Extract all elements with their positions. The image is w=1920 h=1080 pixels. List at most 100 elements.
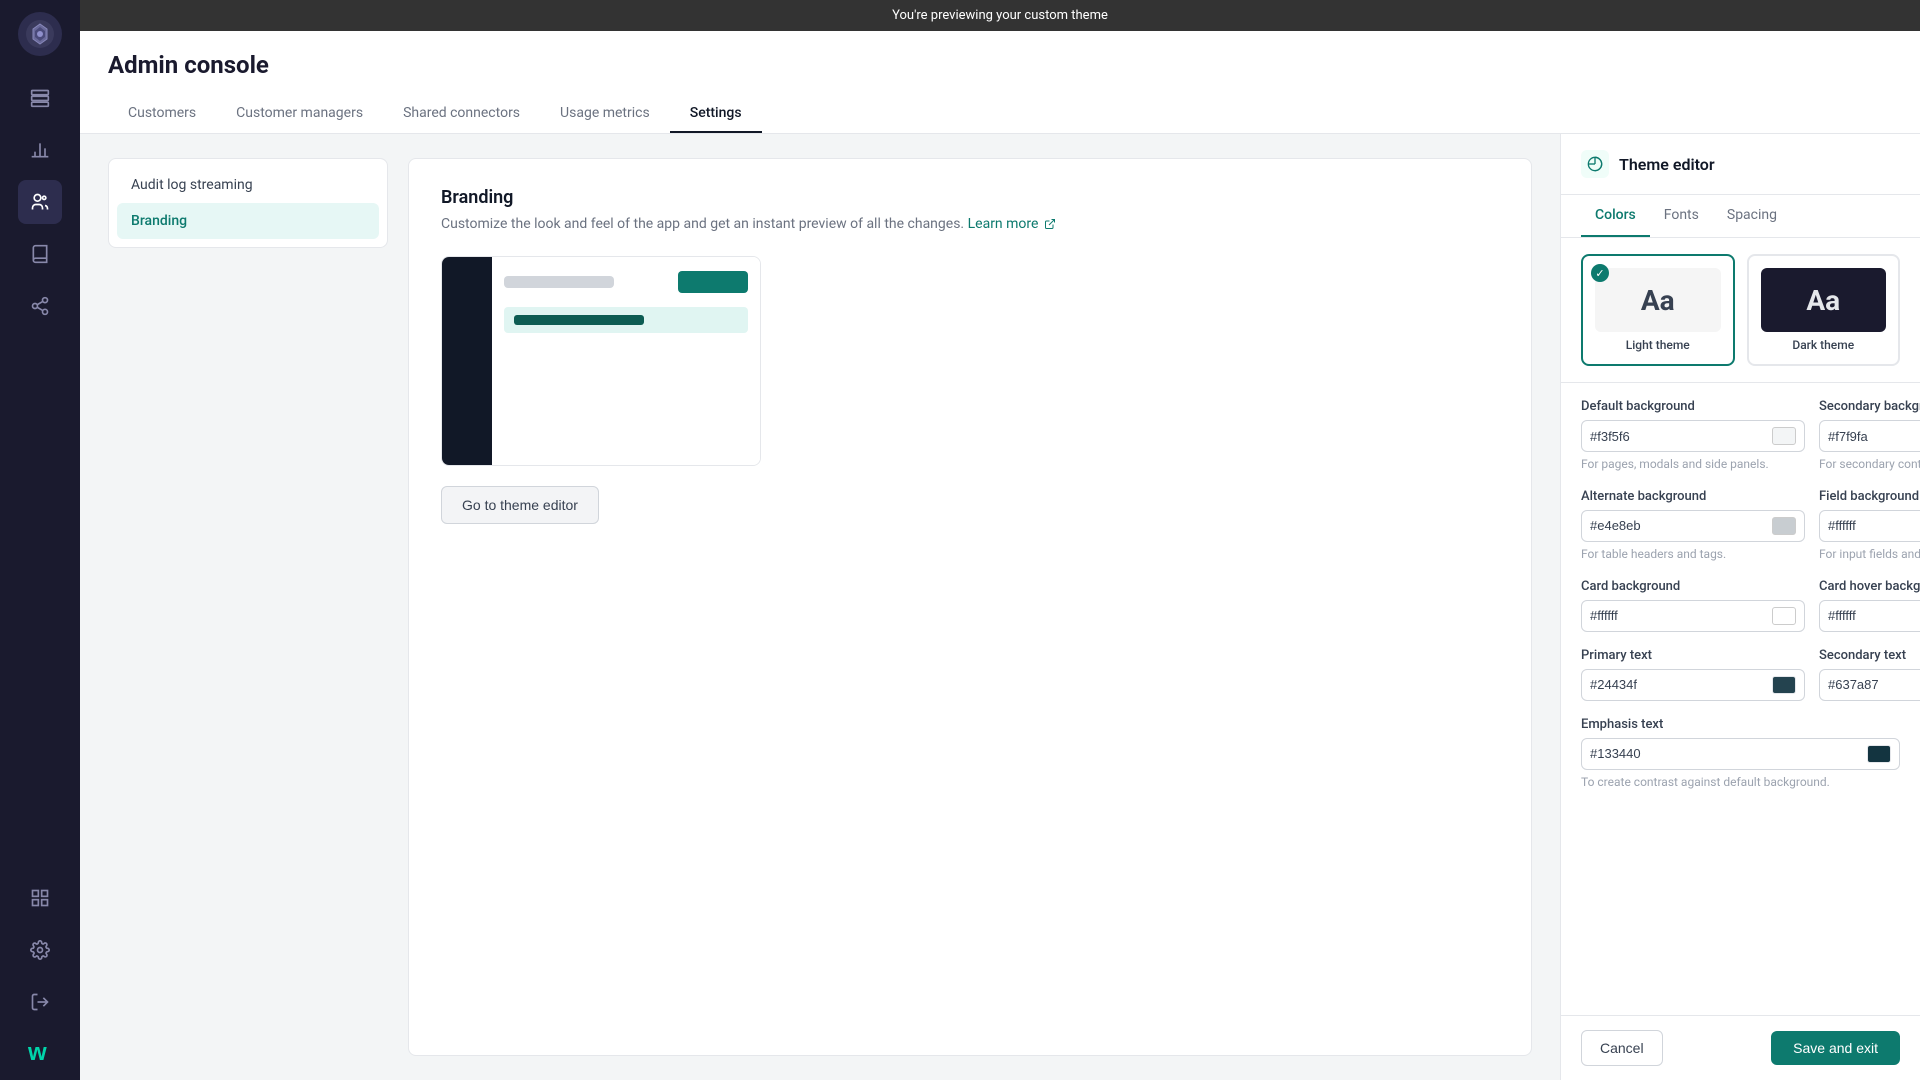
color-field-secondary-text: Secondary text [1819,648,1920,701]
emphasis-text-swatch[interactable] [1867,745,1891,763]
nav-tabs: Customers Customer managers Shared conne… [108,95,1892,133]
card-bg-swatch[interactable] [1772,607,1796,625]
default-bg-hint: For pages, modals and side panels. [1581,456,1805,473]
card-bg-input-row [1581,600,1805,632]
primary-text-input-row [1581,669,1805,701]
workato-logo: w [22,1032,58,1068]
sidebar-item-book[interactable] [18,232,62,276]
go-to-theme-editor-button[interactable]: Go to theme editor [441,486,599,524]
secondary-bg-label: Secondary background [1819,399,1920,414]
alternate-bg-swatch[interactable] [1772,517,1796,535]
tab-customer-managers[interactable]: Customer managers [216,95,383,133]
default-bg-input-row [1581,420,1805,452]
sidebar-item-grid[interactable] [18,876,62,920]
field-bg-input-row [1819,510,1920,542]
tab-settings[interactable]: Settings [670,95,762,133]
emphasis-text-input-row [1581,738,1900,770]
left-panel: Audit log streaming Branding [108,158,388,1056]
default-bg-swatch[interactable] [1772,427,1796,445]
theme-editor-title: Theme editor [1619,155,1715,174]
field-bg-hint: For input fields and canvas. [1819,546,1920,563]
primary-text-swatch[interactable] [1772,676,1796,694]
theme-options: ✓ Aa Light theme Aa Dark theme [1561,238,1920,383]
color-field-secondary-bg: Secondary background For secondary conte… [1819,399,1920,473]
editor-tab-spacing[interactable]: Spacing [1713,195,1791,237]
alternate-bg-input-row [1581,510,1805,542]
color-row-4: Primary text Secondary text [1581,648,1900,701]
tab-shared-connectors[interactable]: Shared connectors [383,95,540,133]
left-panel-item-audit-log[interactable]: Audit log streaming [117,167,379,203]
editor-footer: Cancel Save and exit [1561,1015,1920,1080]
svg-text:w: w [27,1039,47,1066]
color-field-primary-text: Primary text [1581,648,1805,701]
learn-more-link[interactable]: Learn more [968,216,1056,232]
emphasis-text-hint: To create contrast against default backg… [1581,774,1900,791]
theme-preview-light: Aa [1595,268,1721,332]
alternate-bg-input[interactable] [1590,518,1766,533]
theme-option-label-dark: Dark theme [1761,338,1887,352]
default-bg-input[interactable] [1590,429,1766,444]
theme-option-label-light: Light theme [1595,338,1721,352]
field-bg-input[interactable] [1828,518,1920,533]
sidebar-item-users[interactable] [18,180,62,224]
sidebar: w [0,0,80,1080]
preview-top-bar [504,271,748,293]
preview-row [504,307,748,333]
tab-usage-metrics[interactable]: Usage metrics [540,95,670,133]
emphasis-text-input[interactable] [1590,746,1861,761]
sidebar-item-share[interactable] [18,284,62,328]
color-row-3: Card background Card hover background [1581,579,1900,632]
theme-preview-dark: Aa [1761,268,1887,332]
branding-title: Branding [441,187,1499,208]
preview-btn-teal [678,271,748,293]
color-row-1: Default background For pages, modals and… [1581,399,1900,473]
sidebar-item-layers[interactable] [18,76,62,120]
secondary-text-input[interactable] [1828,677,1920,692]
admin-title: Admin console [108,51,1892,79]
color-field-field-bg: Field background For input fields and ca… [1819,489,1920,563]
tab-customers[interactable]: Customers [108,95,216,133]
sidebar-logo[interactable] [18,12,62,56]
preview-row-bar [514,315,644,325]
color-fields: Default background For pages, modals and… [1561,383,1920,1015]
card-bg-label: Card background [1581,579,1805,594]
card-hover-bg-label: Card hover background [1819,579,1920,594]
editor-tab-fonts[interactable]: Fonts [1650,195,1713,237]
editor-tabs: Colors Fonts Spacing [1561,195,1920,238]
default-bg-label: Default background [1581,399,1805,414]
left-panel-item-branding[interactable]: Branding [117,203,379,239]
preview-main [492,257,760,465]
color-row-2: Alternate background For table headers a… [1581,489,1900,563]
cancel-button[interactable]: Cancel [1581,1030,1663,1066]
theme-editor-header: Theme editor [1561,134,1920,195]
theme-preview [441,256,761,466]
branding-description: Customize the look and feel of the app a… [441,216,1499,232]
sidebar-item-chart[interactable] [18,128,62,172]
card-hover-bg-input-row [1819,600,1920,632]
primary-text-input[interactable] [1590,677,1766,692]
theme-editor-icon [1581,150,1609,178]
sidebar-item-logout[interactable] [18,980,62,1024]
sidebar-item-settings[interactable] [18,928,62,972]
card-bg-input[interactable] [1590,608,1766,623]
theme-option-check-light: ✓ [1591,264,1609,282]
page-body: Audit log streaming Branding Branding Cu… [80,134,1920,1080]
left-panel-card: Audit log streaming Branding [108,158,388,248]
color-field-card-hover-bg: Card hover background [1819,579,1920,632]
preview-sidebar [442,257,492,465]
preview-banner-text: You're previewing your custom theme [892,8,1108,23]
color-field-card-bg: Card background [1581,579,1805,632]
secondary-bg-input[interactable] [1828,429,1920,444]
content-area: Audit log streaming Branding Branding Cu… [80,134,1560,1080]
color-field-emphasis-text: Emphasis text To create contrast against… [1581,717,1900,791]
theme-option-dark[interactable]: Aa Dark theme [1747,254,1901,366]
secondary-bg-hint: For secondary content or disabled state. [1819,456,1920,473]
preview-bar-gray [504,276,614,288]
secondary-bg-input-row [1819,420,1920,452]
primary-text-label: Primary text [1581,648,1805,663]
card-hover-bg-input[interactable] [1828,608,1920,623]
save-exit-button[interactable]: Save and exit [1771,1031,1900,1065]
theme-option-light[interactable]: ✓ Aa Light theme [1581,254,1735,366]
editor-tab-colors[interactable]: Colors [1581,195,1650,237]
main-content: You're previewing your custom theme Admi… [80,0,1920,1080]
